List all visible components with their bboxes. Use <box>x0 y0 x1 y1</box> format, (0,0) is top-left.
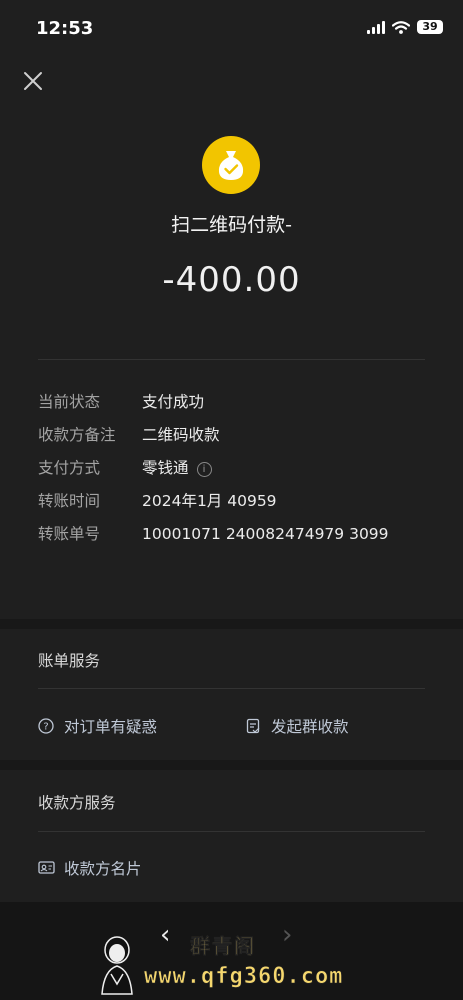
detail-label: 收款方备注 <box>38 426 116 444</box>
detail-value-wrap: 零钱通 i <box>142 456 438 480</box>
svg-text:?: ? <box>43 722 48 733</box>
detail-row-remark: 收款方备注 二维码收款 <box>38 423 438 456</box>
divider <box>38 831 425 832</box>
detail-row-order-number: 转账单号 10001071 240082474979 3099 <box>38 522 438 588</box>
status-bar: 12:53 39 <box>0 0 463 58</box>
close-icon <box>24 72 42 90</box>
payee-card-label: 收款方名片 <box>64 860 142 878</box>
document-icon <box>245 718 261 734</box>
payment-summary: 扫二维码付款- -400.00 <box>0 136 463 300</box>
payee-card-button[interactable]: 收款方名片 <box>38 857 142 879</box>
detail-row-status: 当前状态 支付成功 <box>38 390 438 423</box>
divider <box>38 688 425 689</box>
payment-details: 当前状态 支付成功 收款方备注 二维码收款 支付方式 零钱通 i 转账时间 202… <box>38 390 438 588</box>
watermark: 群青阁 www.qfg360.com <box>96 930 396 998</box>
merchant-title: 扫二维码付款- <box>171 214 292 236</box>
detail-value: 2024年1月 40959 <box>142 492 277 510</box>
group-collect-label: 发起群收款 <box>271 718 349 736</box>
order-question-button[interactable]: ? 对订单有疑惑 <box>38 715 157 737</box>
divider <box>38 359 425 360</box>
group-collect-button[interactable]: 发起群收款 <box>245 715 349 737</box>
bill-service-section: 账单服务 ? 对订单有疑惑 发起群收款 <box>0 629 463 760</box>
section-title: 收款方服务 <box>38 794 116 812</box>
section-separator <box>0 619 463 629</box>
question-icon: ? <box>38 718 54 734</box>
detail-label: 支付方式 <box>38 459 101 477</box>
watermark-figure-icon <box>101 936 133 995</box>
wifi-icon <box>392 20 410 34</box>
section-title: 账单服务 <box>38 652 101 670</box>
info-icon[interactable]: i <box>196 462 212 477</box>
payment-amount: -400.00 <box>162 260 301 300</box>
detail-value: 二维码收款 <box>142 426 220 444</box>
business-card-icon <box>38 860 55 876</box>
detail-label: 当前状态 <box>38 393 101 411</box>
detail-row-time: 转账时间 2024年1月 40959 <box>38 489 438 522</box>
status-time: 12:53 <box>36 18 94 39</box>
close-button[interactable] <box>18 66 48 96</box>
cellular-signal-icon <box>367 20 385 34</box>
watermark-name: 群青阁 <box>190 934 256 959</box>
detail-label: 转账时间 <box>38 492 101 510</box>
detail-value: 支付成功 <box>142 393 205 411</box>
detail-value: 零钱通 <box>142 459 189 477</box>
detail-value[interactable]: 10001071 240082474979 3099 <box>142 522 438 546</box>
order-question-label: 对订单有疑惑 <box>64 718 158 736</box>
detail-label: 转账单号 <box>38 525 101 543</box>
detail-row-payment-method: 支付方式 零钱通 i <box>38 456 438 489</box>
status-icons: 39 <box>367 20 443 34</box>
money-bag-icon <box>202 136 260 194</box>
payee-service-section: 收款方服务 收款方名片 <box>0 770 463 902</box>
watermark-url: www.qfg360.com <box>144 964 344 990</box>
battery-indicator: 39 <box>417 20 443 34</box>
section-separator <box>0 760 463 770</box>
